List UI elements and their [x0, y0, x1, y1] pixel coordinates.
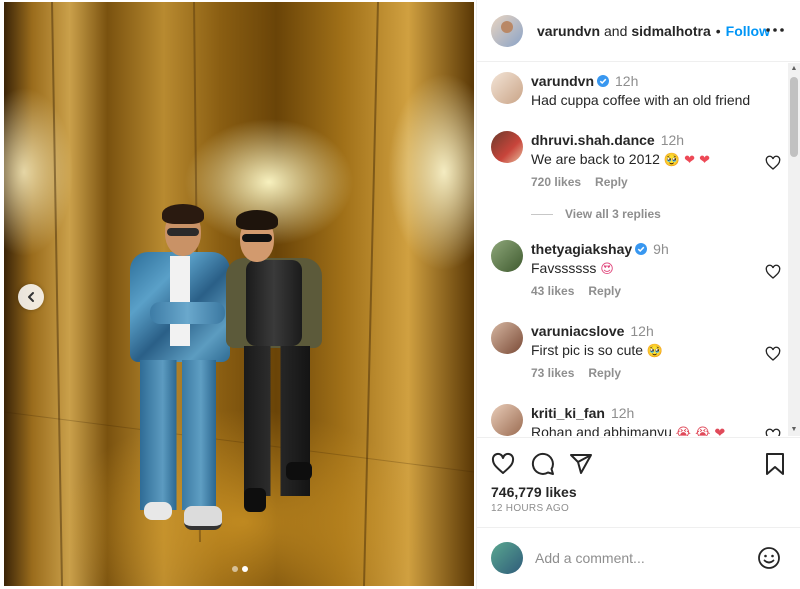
reply-button[interactable]: Reply [595, 175, 628, 189]
person-right [226, 210, 336, 526]
comment-like-heart-icon[interactable] [765, 346, 781, 362]
comment-username[interactable]: dhruvi.shah.dance [531, 132, 655, 148]
list-item: thetyagiakshay 9h Favssssss 😍 43 likes Re… [491, 240, 781, 310]
comment-text: Rohan and abhimanyu 😭 😭 ❤ [531, 423, 751, 436]
header-users: varundvn and sidmalhotra • Follow [537, 23, 770, 39]
carousel-prev-button[interactable] [18, 284, 44, 310]
scroll-down-arrow-icon[interactable]: ▼ [790, 426, 798, 434]
follow-button[interactable]: Follow [726, 23, 770, 39]
header-conjunction: and [604, 22, 628, 39]
comment-icon[interactable] [531, 452, 555, 476]
post-sidebar: varundvn and sidmalhotra • Follow varund… [476, 0, 800, 589]
caption: varundvn 12h Had cuppa coffee with an old… [491, 72, 781, 112]
comment-username[interactable]: varundvn [531, 73, 594, 89]
caption-text: Had cuppa coffee with an old friend [531, 92, 751, 108]
view-replies-button[interactable]: View all 3 replies [531, 207, 661, 221]
comments-list[interactable]: varundvn 12h Had cuppa coffee with an old… [477, 63, 789, 436]
comment-time[interactable]: 12h [630, 323, 653, 339]
comment-emojis: 🥹 ❤ ❤ [663, 153, 711, 168]
action-bar [477, 437, 800, 489]
comment-text-words: Rohan and abhimanyu [531, 424, 672, 436]
share-icon[interactable] [569, 452, 593, 476]
likes-count[interactable]: 746,779 likes [491, 484, 577, 500]
comment-text: Favssssss 😍 [531, 259, 751, 277]
comment-like-heart-icon[interactable] [765, 155, 781, 171]
header-separator: • [715, 22, 721, 39]
comment-input[interactable] [535, 548, 745, 568]
post-header: varundvn and sidmalhotra • Follow [477, 0, 800, 62]
header-user-link[interactable]: sidmalhotra [631, 23, 710, 39]
verified-badge-icon [635, 243, 648, 255]
comment-like-heart-icon[interactable] [765, 264, 781, 280]
bookmark-icon[interactable] [763, 452, 787, 476]
reply-button[interactable]: Reply [588, 284, 621, 298]
comment-meta: 43 likes Reply [531, 284, 621, 298]
comment-likes[interactable]: 73 likes [531, 366, 574, 380]
comment-text-words: Favssssss [531, 260, 597, 276]
comment-like-heart-icon[interactable] [765, 428, 781, 436]
avatar [491, 542, 523, 574]
person-left [122, 204, 242, 540]
scrollbar-thumb[interactable] [790, 77, 798, 157]
comment-username[interactable]: kriti_ki_fan [531, 405, 605, 421]
carousel-dots [232, 566, 248, 572]
comment-text-words: We are back to 2012 [531, 151, 660, 167]
comment-emojis: 🥹 [646, 344, 664, 359]
comment-emojis: 😍 [600, 262, 614, 277]
comment-time[interactable]: 9h [653, 241, 669, 257]
heart-icon[interactable] [491, 452, 515, 476]
comment-text: First pic is so cute 🥹 [531, 341, 751, 359]
post-image[interactable] [4, 2, 474, 586]
comment-text: We are back to 2012 🥹 ❤ ❤ [531, 150, 751, 168]
chevron-left-icon [28, 292, 34, 302]
comment-time[interactable]: 12h [611, 405, 634, 421]
comment-time[interactable]: 12h [615, 73, 638, 89]
comment-text-words: First pic is so cute [531, 342, 644, 358]
avatar[interactable] [491, 322, 523, 354]
verified-badge-icon [597, 75, 610, 87]
post-timestamp[interactable]: 12 HOURS AGO [491, 503, 569, 514]
avatar[interactable] [491, 14, 523, 47]
scroll-up-arrow-icon[interactable]: ▲ [790, 65, 798, 73]
comment-username[interactable]: thetyagiakshay [531, 241, 632, 257]
carousel-dot[interactable] [232, 566, 238, 572]
comment-username[interactable]: varuniacslove [531, 323, 624, 339]
add-comment-bar [477, 527, 800, 589]
comments-scrollbar[interactable]: ▲ ▼ [788, 63, 800, 436]
list-item: varuniacslove 12h First pic is so cute 🥹 … [491, 322, 781, 392]
avatar[interactable] [491, 131, 523, 163]
avatar[interactable] [491, 404, 523, 436]
comment-meta: 720 likes Reply [531, 175, 628, 189]
comment-time[interactable]: 12h [661, 132, 684, 148]
carousel-dot-active[interactable] [242, 566, 248, 572]
comment-likes[interactable]: 720 likes [531, 175, 581, 189]
avatar[interactable] [491, 72, 523, 104]
comment-emojis: 😭 😭 ❤ [675, 426, 726, 437]
more-horizontal-icon[interactable] [765, 22, 785, 38]
smiley-icon[interactable] [757, 546, 781, 570]
list-item: kriti_ki_fan 12h Rohan and abhimanyu 😭 😭 … [491, 404, 781, 436]
reply-button[interactable]: Reply [588, 366, 621, 380]
comment-likes[interactable]: 43 likes [531, 284, 574, 298]
comment-meta: 73 likes Reply [531, 366, 621, 380]
avatar[interactable] [491, 240, 523, 272]
header-user-link[interactable]: varundvn [537, 23, 600, 39]
